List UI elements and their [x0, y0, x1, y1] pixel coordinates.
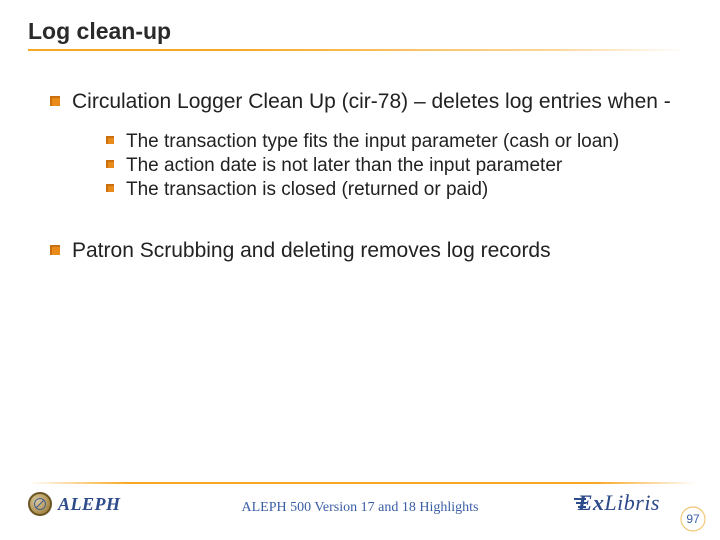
footer-divider — [28, 482, 696, 484]
square-bullet-icon — [106, 136, 126, 144]
slide-content: Circulation Logger Clean Up (cir-78) – d… — [28, 89, 692, 265]
bullet-level1: Patron Scrubbing and deleting removes lo… — [50, 238, 692, 265]
slide: Log clean-up Circulation Logger Clean Up… — [0, 0, 720, 540]
square-bullet-icon — [106, 184, 126, 192]
bullet-text: The transaction type fits the input para… — [126, 130, 692, 154]
title-underline — [28, 49, 688, 51]
bullet-level2: The transaction is closed (returned or p… — [106, 178, 692, 202]
bullet-level2: The transaction type fits the input para… — [106, 130, 692, 154]
sub-bullet-group: The transaction type fits the input para… — [50, 130, 692, 202]
bullet-text: Patron Scrubbing and deleting removes lo… — [72, 238, 692, 265]
page-number: 97 — [686, 512, 699, 526]
square-bullet-icon — [50, 96, 72, 106]
bullet-text: Circulation Logger Clean Up (cir-78) – d… — [72, 89, 692, 116]
exlibris-logo-text: ExLibris — [578, 490, 660, 516]
exlibris-lines-icon — [574, 497, 586, 509]
bullet-level2: The action date is not later than the in… — [106, 154, 692, 178]
bullet-level1: Circulation Logger Clean Up (cir-78) – d… — [50, 89, 692, 116]
bullet-text: The action date is not later than the in… — [126, 154, 692, 178]
slide-title: Log clean-up — [28, 18, 692, 45]
exlibris-libris: Libris — [604, 490, 660, 515]
square-bullet-icon — [106, 160, 126, 168]
exlibris-logo: ExLibris — [574, 490, 660, 516]
page-number-badge: 97 — [680, 506, 706, 532]
bullet-text: The transaction is closed (returned or p… — [126, 178, 692, 202]
square-bullet-icon — [50, 245, 72, 255]
slide-footer: ALEPH ALEPH 500 Version 17 and 18 Highli… — [0, 482, 720, 540]
